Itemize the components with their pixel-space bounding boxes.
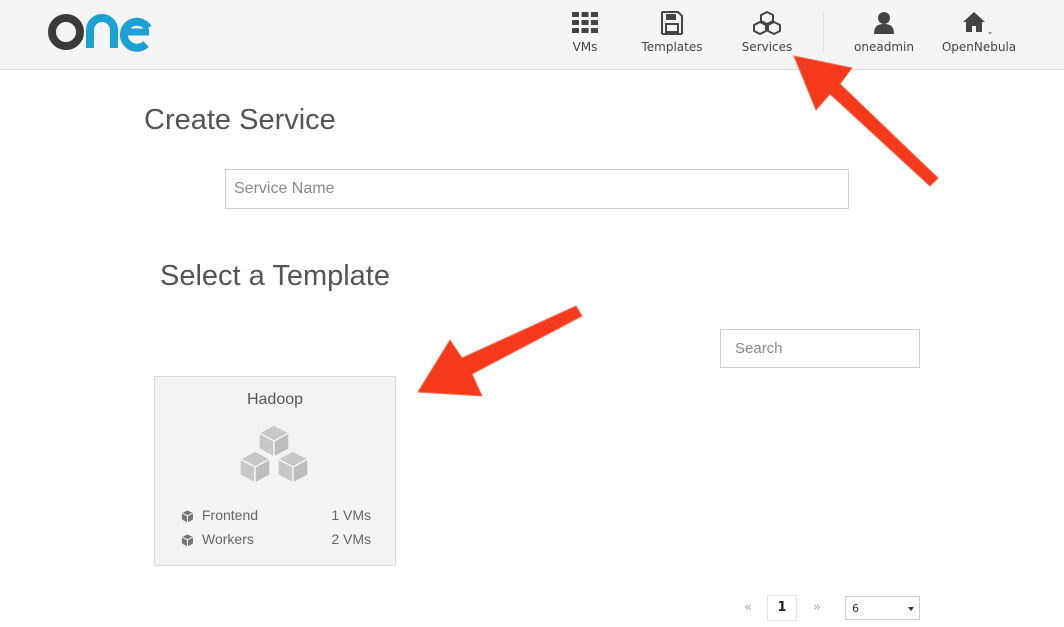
nav-zone[interactable]: OpenNebula [940, 10, 1018, 60]
role-vm-count: 2 VMs [331, 531, 371, 547]
cube-icon [181, 534, 194, 547]
chevron-down-icon [908, 607, 914, 611]
nav-label: VMs [572, 40, 598, 54]
page-size-value: 6 [852, 602, 859, 615]
chevron-down-icon [988, 32, 992, 35]
nav-templates[interactable]: Templates [637, 10, 707, 60]
cubes-icon [753, 11, 781, 35]
role-name: Frontend [202, 507, 259, 523]
pagination-page-current[interactable]: 1 [767, 595, 797, 621]
template-name: Hadoop [246, 391, 304, 408]
page-size-select[interactable]: 6 [845, 596, 920, 620]
user-icon [874, 12, 894, 34]
section-title: Select a Template [160, 260, 390, 292]
role-name: Workers [202, 531, 254, 547]
home-icon [963, 12, 992, 35]
nav-divider [823, 12, 824, 52]
nav-user[interactable]: oneadmin [852, 10, 916, 60]
top-bar: VMs Templates Services oneadmin OpenNebu… [0, 0, 1064, 70]
cube-icon [181, 510, 194, 523]
template-card-hadoop[interactable]: Hadoop Frontend 1 VMs Workers 2 VMs [154, 376, 396, 566]
pagination-prev[interactable]: « [744, 600, 752, 615]
opennebula-logo[interactable] [46, 8, 166, 52]
nav-vms[interactable]: VMs [560, 10, 610, 60]
cubes-icon [239, 424, 309, 484]
floppy-disk-icon [661, 11, 683, 35]
page-title: Create Service [144, 104, 336, 136]
nav-label: OpenNebula [941, 40, 1017, 54]
grid-icon [572, 12, 598, 33]
role-row: Frontend 1 VMs [181, 507, 371, 525]
nav-label: Templates [641, 40, 703, 54]
pagination-next[interactable]: » [813, 600, 821, 615]
annotation-arrow-icon [417, 305, 583, 397]
nav-label: oneadmin [854, 40, 914, 54]
role-vm-count: 1 VMs [331, 507, 371, 523]
search-input[interactable] [720, 329, 920, 368]
nav-label: Services [741, 40, 793, 54]
role-row: Workers 2 VMs [181, 531, 371, 549]
service-name-input[interactable] [225, 169, 849, 209]
nav-services[interactable]: Services [738, 10, 796, 60]
